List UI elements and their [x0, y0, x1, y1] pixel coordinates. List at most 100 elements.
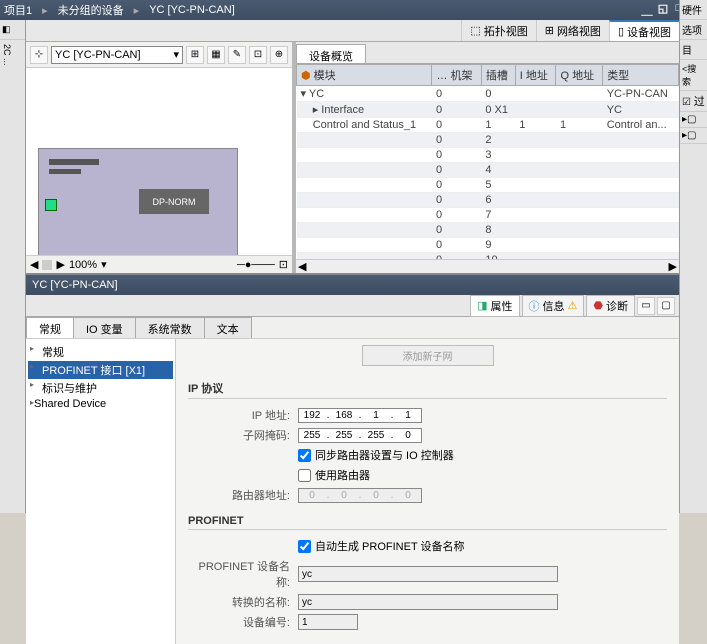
- tab-device[interactable]: ▯设备视图: [609, 20, 679, 41]
- table-row[interactable]: 03: [297, 148, 679, 163]
- right-rail: 硬件 选项 目 <搜索 ☑ 过 ▸▢ ▸▢: [679, 0, 707, 513]
- minimize-icon[interactable]: ＿: [639, 2, 655, 18]
- mask-label: 子网掩码:: [188, 427, 298, 443]
- auto-name-label: 自动生成 PROFINET 设备名称: [315, 538, 465, 554]
- table-row[interactable]: 07: [297, 208, 679, 223]
- resize-icon[interactable]: ⊡: [279, 258, 288, 271]
- pn-name-input[interactable]: [298, 566, 558, 582]
- tab-general[interactable]: 常规: [26, 317, 74, 338]
- col-type[interactable]: 类型: [603, 65, 679, 86]
- router-addr-input: 0.0.0.0: [298, 488, 422, 503]
- table-row[interactable]: 02: [297, 133, 679, 148]
- tab-properties[interactable]: ◨属性: [470, 295, 519, 317]
- tab-diagnostics[interactable]: ⬣诊断: [586, 295, 635, 317]
- tab-device-overview[interactable]: 设备概览: [296, 44, 366, 63]
- tab-sysconst[interactable]: 系统常数: [135, 317, 205, 338]
- tab-info[interactable]: ⓘ信息 ⚠: [522, 295, 585, 317]
- use-router-label: 使用路由器: [315, 467, 370, 483]
- left-rail[interactable]: ◧ 2C ...: [0, 20, 26, 513]
- col-qaddr[interactable]: Q 地址: [556, 65, 603, 86]
- table-row[interactable]: Control and Status_10111Control an...: [297, 118, 679, 133]
- network-icon: ⊞: [545, 24, 554, 37]
- property-form: 添加新子网 IP 协议 IP 地址: 192.168.1.1 子网掩码: 255…: [176, 339, 679, 644]
- port-icon[interactable]: [45, 199, 57, 211]
- tool-icon[interactable]: ✎: [228, 46, 246, 64]
- rail-hw[interactable]: 硬件: [680, 0, 707, 20]
- table-row[interactable]: 08: [297, 223, 679, 238]
- scroll-right-icon[interactable]: ▶: [56, 258, 64, 271]
- module-icon: ⬢: [301, 70, 311, 82]
- device-selector[interactable]: YC [YC-PN-CAN]▾: [51, 46, 183, 64]
- table-row[interactable]: ▾ YC00YC-PN-CAN: [297, 86, 679, 102]
- chevron-right-icon: ▸: [42, 4, 48, 17]
- tab-network[interactable]: ⊞网络视图: [536, 20, 609, 41]
- pn-name-label: PROFINET 设备名称:: [188, 558, 298, 590]
- rail-opt[interactable]: 选项: [680, 20, 707, 40]
- device-icon: ▯: [618, 25, 624, 38]
- section-profinet: PROFINET: [188, 515, 667, 530]
- use-router-checkbox[interactable]: [298, 469, 311, 482]
- rail-tree-icon[interactable]: ▸▢: [680, 112, 707, 128]
- diag-icon: ⬣: [593, 299, 603, 312]
- breadcrumb-project[interactable]: 项目1: [4, 2, 32, 18]
- breadcrumb: 项目1 ▸ 未分组的设备 ▸ YC [YC-PN-CAN]: [4, 2, 235, 18]
- breadcrumb-group[interactable]: 未分组的设备: [58, 2, 124, 18]
- expand-icon[interactable]: ▢: [657, 297, 675, 315]
- tool-icon[interactable]: ⊹: [30, 46, 48, 64]
- device-toolbar: ⊹ YC [YC-PN-CAN]▾ ⊞ ▦ ✎ ⊡ ⊕: [26, 42, 292, 68]
- sync-router-checkbox[interactable]: [298, 449, 311, 462]
- zoom-in-icon[interactable]: ⊕: [270, 46, 288, 64]
- rail-filter[interactable]: ☑ 过: [680, 91, 707, 112]
- tool-icon[interactable]: ⊞: [186, 46, 204, 64]
- ip-input[interactable]: 192.168.1.1: [298, 408, 422, 423]
- module-label-bar: [49, 169, 81, 174]
- tree-shared-device[interactable]: Shared Device: [28, 397, 173, 411]
- tab-iovar[interactable]: IO 变量: [73, 317, 136, 338]
- rail-label[interactable]: 2C ...: [0, 40, 14, 70]
- table-row[interactable]: 09: [297, 238, 679, 253]
- mask-input[interactable]: 255.255.255.0: [298, 428, 422, 443]
- tool-icon[interactable]: ▦: [207, 46, 225, 64]
- zoom-value[interactable]: 100%: [69, 259, 97, 271]
- table-row[interactable]: 04: [297, 163, 679, 178]
- rail-tree-icon[interactable]: ▸▢: [680, 128, 707, 144]
- module-label-bar: [49, 159, 99, 165]
- view-tabs: ⬚拓扑视图 ⊞网络视图 ▯设备视图: [26, 20, 679, 42]
- tab-topology[interactable]: ⬚拓扑视图: [461, 20, 535, 41]
- col-slot[interactable]: 插槽: [481, 65, 515, 86]
- chevron-right-icon: ▸: [134, 4, 140, 17]
- module-graphic[interactable]: DP-NORM: [38, 148, 238, 255]
- col-iaddr[interactable]: I 地址: [515, 65, 556, 86]
- auto-name-checkbox[interactable]: [298, 540, 311, 553]
- property-tree[interactable]: 常规 PROFINET 接口 [X1] 标识与维护 Shared Device: [26, 339, 176, 644]
- tree-profinet-interface[interactable]: PROFINET 接口 [X1]: [28, 361, 173, 379]
- chevron-down-icon[interactable]: ▾: [101, 258, 107, 271]
- hscroll-thumb[interactable]: [42, 260, 52, 270]
- breadcrumb-device[interactable]: YC [YC-PN-CAN]: [149, 4, 235, 16]
- device-overview-grid[interactable]: ⬢ 模块 … 机架 插槽 I 地址 Q 地址 类型 ▾ YC00YC-PN-CA…: [296, 64, 679, 259]
- tree-ident[interactable]: 标识与维护: [28, 379, 173, 397]
- rail-cat[interactable]: 目: [680, 40, 707, 60]
- topology-icon: ⬚: [470, 24, 480, 37]
- rail-search[interactable]: <搜索: [680, 60, 707, 91]
- restore-icon[interactable]: ◱: [655, 2, 671, 18]
- scroll-left-icon[interactable]: ◀: [30, 258, 38, 271]
- tool-icon[interactable]: ⊡: [249, 46, 267, 64]
- collapse-icon[interactable]: ▭: [637, 297, 655, 315]
- col-rack[interactable]: … 机架: [432, 65, 481, 86]
- device-canvas[interactable]: DP-NORM: [26, 68, 292, 255]
- sync-router-label: 同步路由器设置与 IO 控制器: [315, 447, 454, 463]
- table-row[interactable]: 05: [297, 178, 679, 193]
- chevron-down-icon: ▾: [173, 48, 179, 61]
- zoom-slider[interactable]: ─●───: [237, 259, 275, 271]
- add-subnet-button[interactable]: 添加新子网: [362, 345, 494, 366]
- tab-text[interactable]: 文本: [204, 317, 252, 338]
- grid-hscroll[interactable]: ◀▶: [296, 259, 679, 273]
- ip-label: IP 地址:: [188, 407, 298, 423]
- rail-icon[interactable]: ◧: [0, 20, 25, 40]
- table-row[interactable]: ▸ Interface00 X1YC: [297, 102, 679, 118]
- table-row[interactable]: 06: [297, 193, 679, 208]
- dp-norm-label: DP-NORM: [139, 189, 209, 214]
- tree-general[interactable]: 常规: [28, 343, 173, 361]
- devnum-input[interactable]: [298, 614, 358, 630]
